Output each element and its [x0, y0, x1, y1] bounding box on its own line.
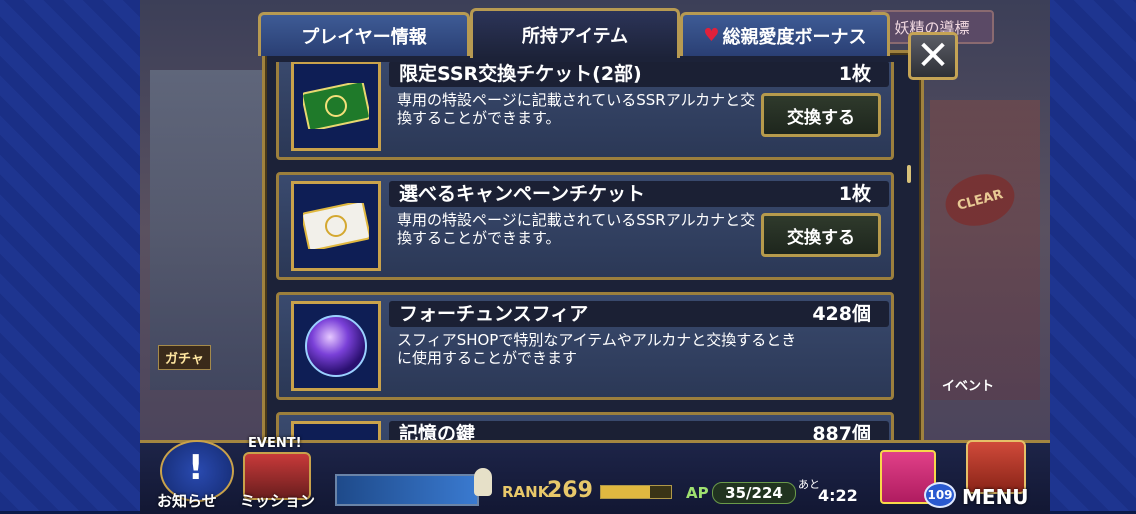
menu-button[interactable]: MENU	[962, 485, 1029, 509]
ticket-green-icon	[291, 62, 381, 151]
background-character	[930, 100, 1040, 400]
tab-label: プレイヤー情報	[301, 26, 427, 48]
ap-timer: 4:22	[818, 486, 858, 505]
player-name-box[interactable]	[335, 474, 479, 506]
exclamation-icon: !	[188, 448, 204, 488]
heart-icon: ♥	[703, 25, 720, 46]
left-border	[0, 0, 140, 511]
list-item: 記憶の鍵 887個	[276, 412, 894, 442]
rank-progress-bar	[600, 485, 672, 499]
right-border	[1050, 0, 1136, 511]
exchange-button[interactable]: 交換する	[761, 93, 881, 137]
tab-label: 総親愛度ボーナス	[722, 26, 867, 48]
news-label: お知らせ	[157, 492, 217, 510]
event-label[interactable]: イベント	[942, 375, 994, 394]
avatar[interactable]	[474, 468, 492, 496]
exchange-button[interactable]: 交換する	[761, 213, 881, 257]
item-count: 428個	[812, 303, 871, 325]
tab-owned-items[interactable]: 所持アイテム	[470, 8, 680, 58]
list-item: フォーチュンスフィア 428個 スフィアSHOPで特別なアイテムやアルカナと交換…	[276, 292, 894, 400]
rank-progress-fill	[601, 486, 650, 498]
item-name: 選べるキャンペーンチケット	[389, 181, 889, 207]
tab-player-info[interactable]: プレイヤー情報	[258, 12, 470, 56]
list-item: 限定SSR交換チケット(2部) 1枚 専用の特設ページに記載されているSSRアル…	[276, 62, 894, 160]
rank-label: RANK	[502, 483, 550, 501]
ap-label: AP	[686, 484, 709, 502]
item-list[interactable]: 限定SSR交換チケット(2部) 1枚 専用の特設ページに記載されているSSRアル…	[276, 62, 906, 442]
gift-count-badge: 109	[924, 482, 956, 508]
background-building	[150, 70, 270, 390]
tab-label: 所持アイテム	[521, 25, 629, 47]
item-description: 専用の特設ページに記載されているSSRアルカナと交換することができます。	[397, 211, 756, 247]
ap-timer-prefix: あと	[798, 478, 820, 491]
close-icon: ✕	[916, 33, 950, 79]
list-item: 選べるキャンペーンチケット 1枚 専用の特設ページに記載されているSSRアルカナ…	[276, 172, 894, 280]
scrollbar-thumb[interactable]	[907, 165, 911, 183]
item-count: 1枚	[838, 63, 871, 85]
item-count: 1枚	[838, 183, 871, 205]
rank-value: 269	[547, 478, 593, 503]
ticket-white-icon	[291, 181, 381, 271]
item-description: スフィアSHOPで特別なアイテムやアルカナと交換するときに使用することができます	[397, 331, 797, 367]
item-count: 887個	[812, 423, 871, 442]
gacha-label[interactable]: ガチャ	[158, 345, 211, 370]
sphere-icon	[291, 301, 381, 391]
mission-label: ミッション	[240, 492, 316, 510]
item-name: 限定SSR交換チケット(2部)	[389, 62, 889, 87]
item-description: 専用の特設ページに記載されているSSRアルカナと交換することができます。	[397, 91, 756, 127]
key-icon	[291, 421, 381, 442]
tab-affection-bonus[interactable]: ♥ 総親愛度ボーナス	[680, 12, 890, 56]
close-button[interactable]: ✕	[908, 32, 958, 80]
ap-value: 35/224	[712, 482, 796, 504]
event-tag: EVENT!	[248, 436, 302, 451]
